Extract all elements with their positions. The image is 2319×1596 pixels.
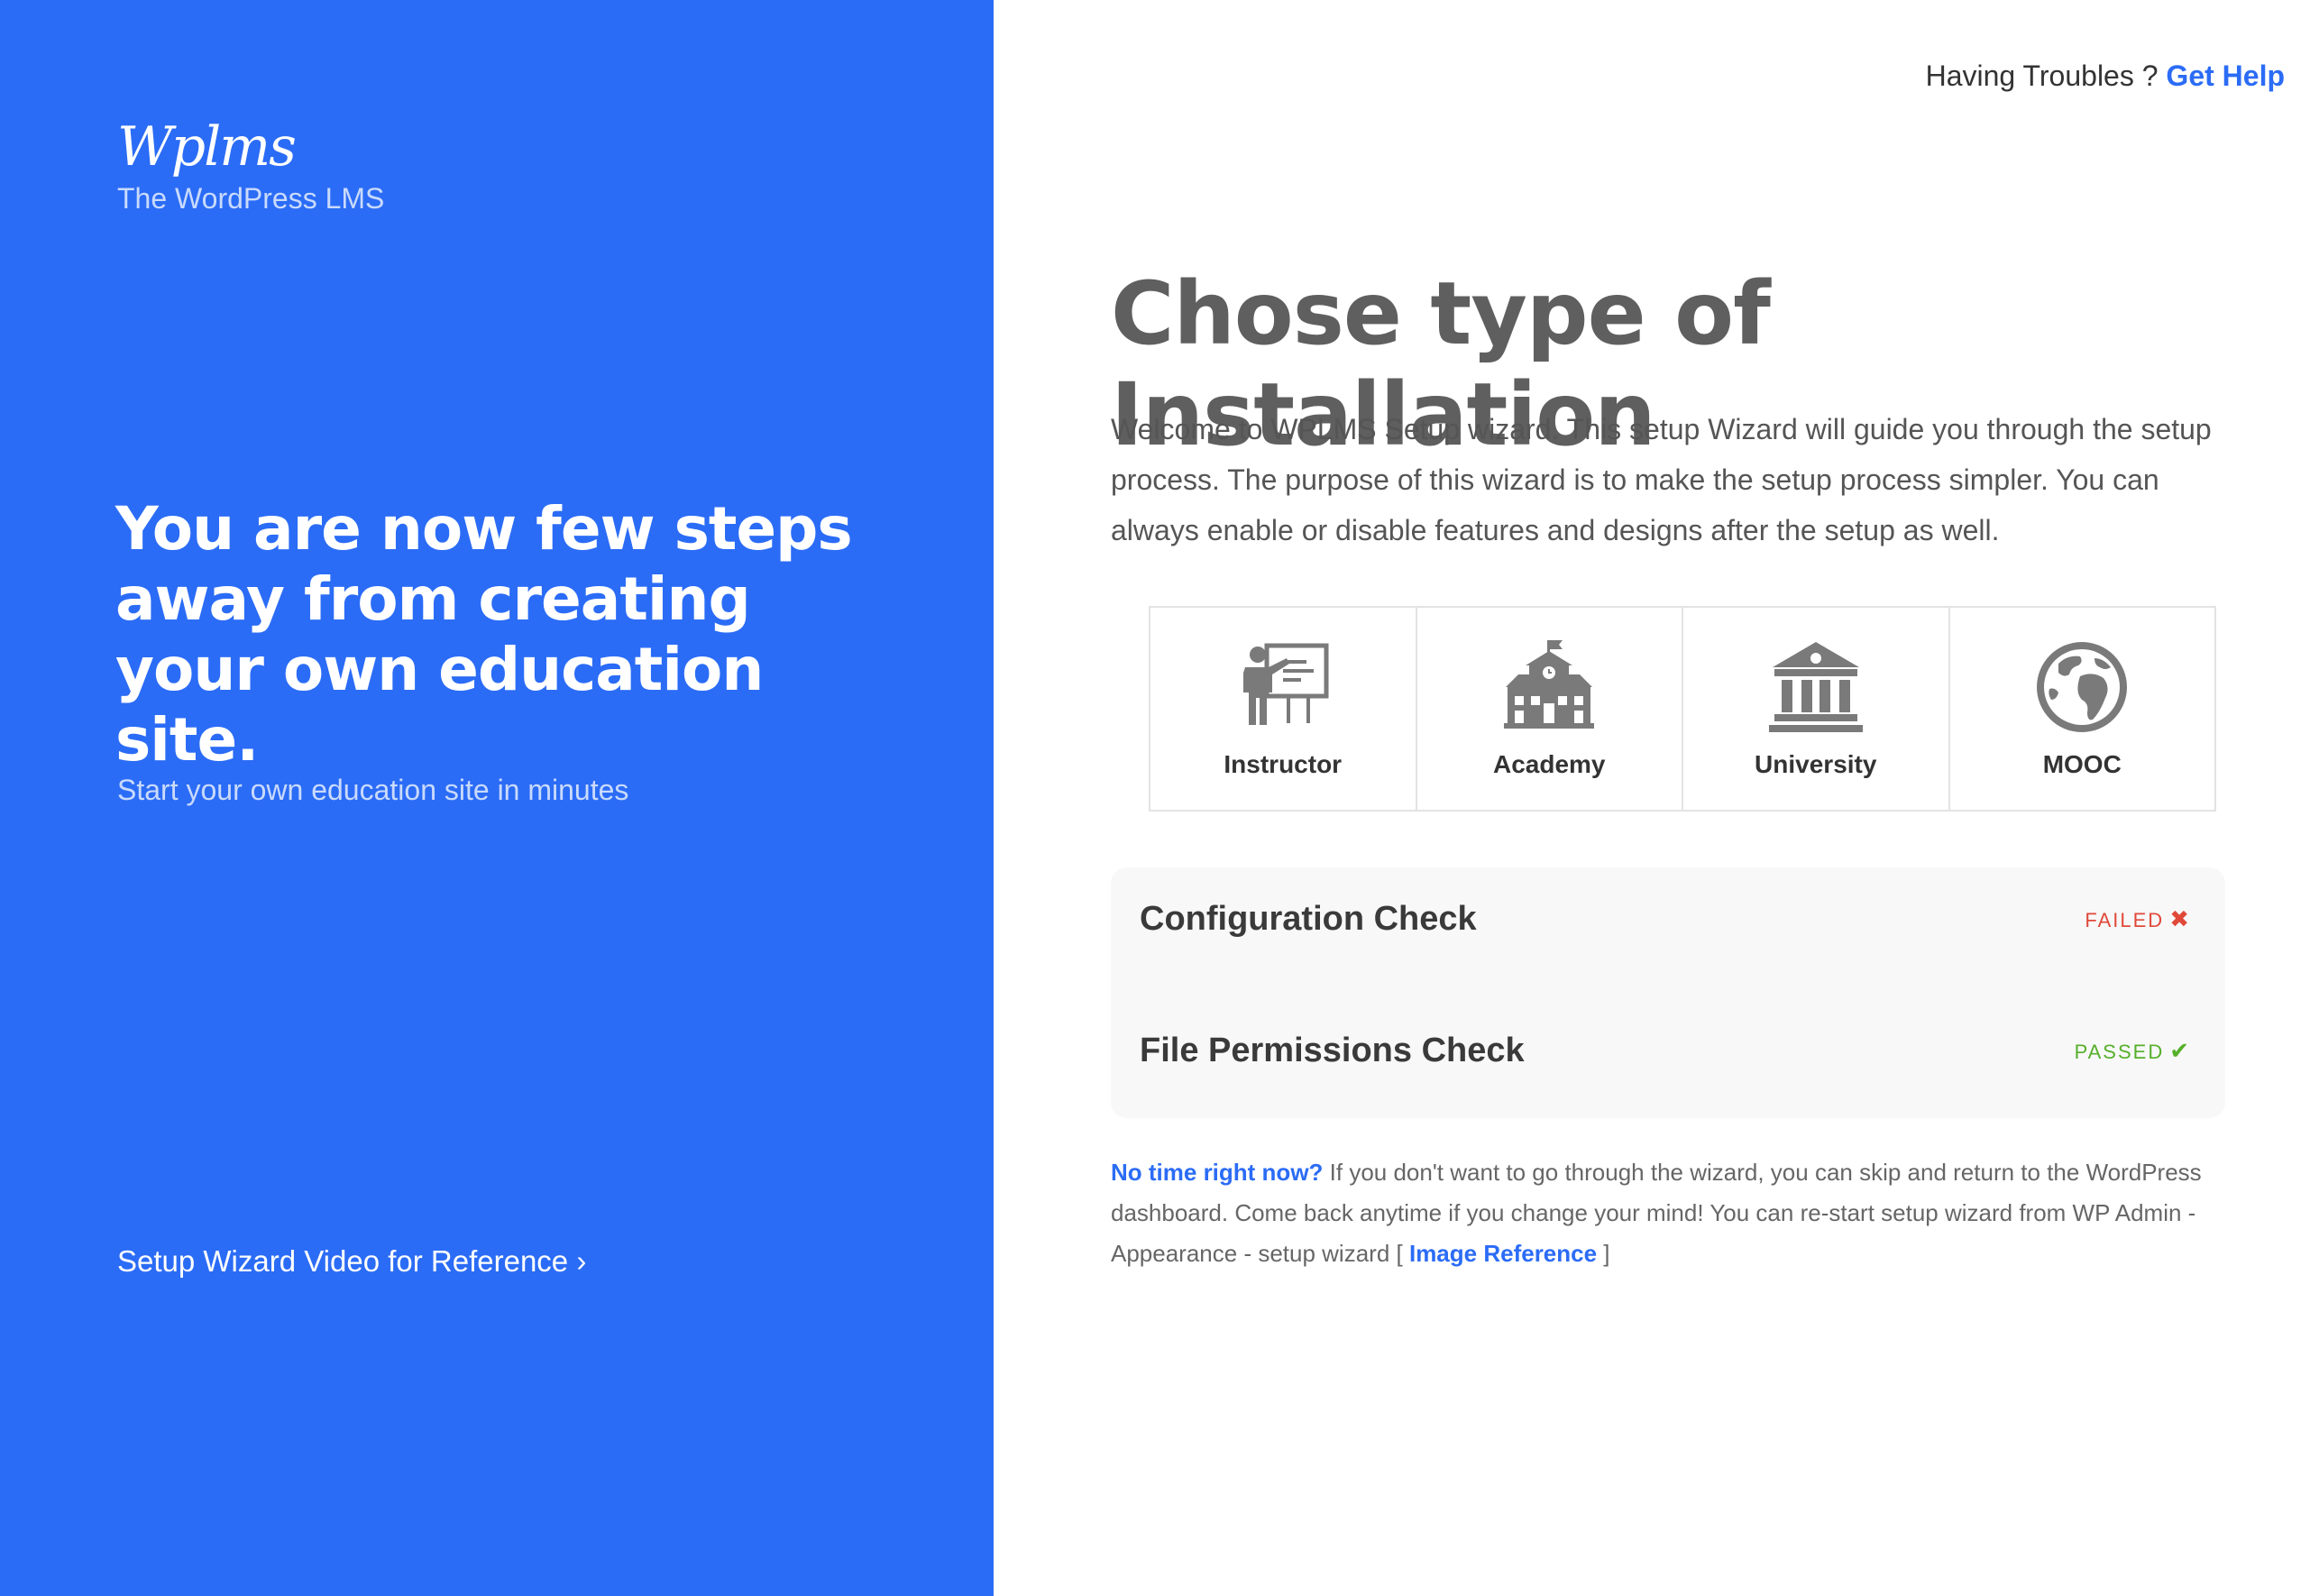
image-reference-link[interactable]: Image Reference [1409, 1240, 1597, 1267]
intro-text: Welcome to WPLMS Setup wizard. This setu… [1111, 413, 2212, 546]
install-type-label: Instructor [1224, 750, 1343, 778]
install-type-instructor[interactable]: Instructor [1150, 608, 1417, 810]
academy-icon [1504, 640, 1595, 729]
check-icon: ✔ [2169, 1037, 2191, 1064]
trouble-text: Having Troubles ? [1925, 60, 2159, 92]
cross-icon: ✖ [2169, 905, 2191, 932]
install-type-mooc[interactable]: MOOC [1950, 608, 2215, 810]
skip-wizard-link[interactable]: No time right now? [1111, 1159, 1323, 1186]
install-type-selector: Instructor Academy University MOOC [1149, 606, 2216, 812]
status-text: PASSED [2074, 1041, 2165, 1063]
file-permissions-check-row: File Permissions Check PASSED ✔ [1140, 1032, 2191, 1070]
install-type-university[interactable]: University [1683, 608, 1950, 810]
get-help-link[interactable]: Get Help [2166, 60, 2285, 92]
sidebar-panel: Wplms The WordPress LMS You are now few … [0, 0, 994, 1596]
status-badge-failed: FAILED ✖ [2085, 905, 2191, 933]
check-name: Configuration Check [1140, 900, 1477, 938]
setup-video-link[interactable]: Setup Wizard Video for Reference › [117, 1244, 586, 1279]
configuration-check-row: Configuration Check FAILED ✖ [1140, 900, 2191, 939]
install-type-label: University [1755, 750, 1877, 778]
wplms-logo: Wplms [117, 115, 297, 179]
logo-subtitle: The WordPress LMS [117, 182, 385, 215]
status-text: FAILED [2085, 909, 2165, 931]
instructor-icon [1242, 643, 1329, 725]
skip-note-tail: ] [1597, 1240, 1610, 1267]
install-type-label: MOOC [2042, 750, 2122, 778]
check-name: File Permissions Check [1140, 1032, 1525, 1069]
hero-subtext: Start your own education site in minutes [117, 774, 629, 806]
university-icon [1768, 642, 1863, 732]
globe-icon [2037, 642, 2128, 732]
skip-note: No time right now? If you don't want to … [1111, 1152, 2238, 1274]
hero-heading: You are now few steps away from creating… [115, 494, 853, 775]
install-type-academy[interactable]: Academy [1417, 608, 1683, 810]
help-bar: Having Troubles ? Get Help [1926, 60, 2285, 93]
install-type-label: Academy [1492, 750, 1606, 778]
status-badge-passed: PASSED ✔ [2075, 1037, 2191, 1065]
system-checks-panel: Configuration Check FAILED ✖ File Permiss… [1111, 867, 2225, 1118]
